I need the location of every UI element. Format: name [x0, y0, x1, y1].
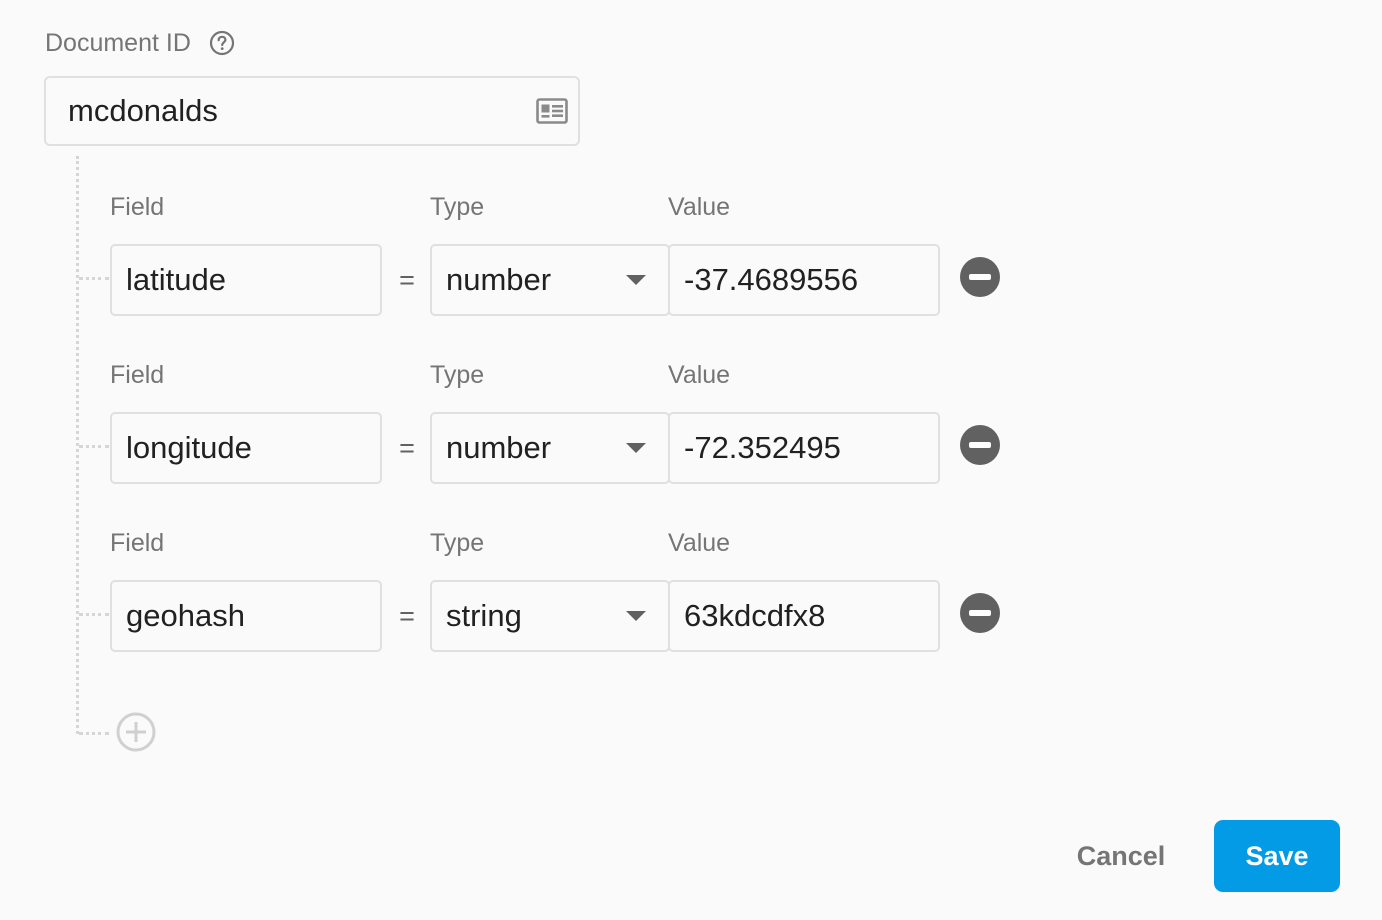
field-column-label: Field: [110, 361, 165, 389]
equals-sign: =: [399, 601, 415, 631]
remove-circle-icon: [969, 442, 991, 448]
add-circle-icon[interactable]: [116, 712, 156, 752]
remove-field-button[interactable]: [960, 257, 1000, 297]
document-id-input[interactable]: mcdonalds: [44, 76, 580, 146]
field-name-input[interactable]: latitude: [110, 244, 382, 316]
type-column-label: Type: [430, 361, 485, 389]
chevron-down-icon: [626, 611, 646, 621]
field-value-text: 63kdcdfx8: [684, 598, 826, 633]
equals-sign: =: [399, 265, 415, 295]
remove-field-button[interactable]: [960, 425, 1000, 465]
type-select[interactable]: string: [430, 580, 670, 652]
field-name-input[interactable]: longitude: [110, 412, 382, 484]
chevron-down-icon: [626, 275, 646, 285]
add-document-dialog: Document ID mcdonalds Field Type Value l…: [0, 0, 1382, 920]
type-select[interactable]: number: [430, 244, 670, 316]
tree-branch: [79, 277, 109, 280]
type-column-label: Type: [430, 193, 485, 221]
tree-branch: [79, 445, 109, 448]
chevron-down-icon: [626, 443, 646, 453]
equals-sign: =: [399, 433, 415, 463]
field-name-value: latitude: [126, 262, 226, 297]
field-value-input[interactable]: 63kdcdfx8: [668, 580, 940, 652]
field-value-text: -37.4689556: [684, 262, 859, 297]
cancel-button[interactable]: Cancel: [1060, 822, 1182, 890]
field-name-value: geohash: [126, 598, 245, 633]
document-id-label-row: Document ID: [45, 28, 235, 58]
type-column-label: Type: [430, 529, 485, 557]
type-select-value: number: [446, 262, 552, 297]
field-column-label: Field: [110, 193, 165, 221]
save-button[interactable]: Save: [1214, 820, 1340, 892]
id-card-icon[interactable]: [536, 98, 568, 124]
document-id-value: mcdonalds: [68, 93, 218, 128]
help-circle-icon[interactable]: [209, 30, 235, 56]
tree-branch: [79, 732, 109, 735]
type-select[interactable]: number: [430, 412, 670, 484]
remove-field-button[interactable]: [960, 593, 1000, 633]
type-select-value: number: [446, 430, 552, 465]
tree-branch: [79, 613, 109, 616]
field-value-input[interactable]: -72.352495: [668, 412, 940, 484]
field-column-label: Field: [110, 529, 165, 557]
value-column-label: Value: [668, 529, 731, 557]
field-value-text: -72.352495: [684, 430, 841, 465]
document-id-label: Document ID: [45, 28, 191, 57]
type-select-value: string: [446, 598, 522, 633]
remove-circle-icon: [969, 274, 991, 280]
field-name-input[interactable]: geohash: [110, 580, 382, 652]
field-value-input[interactable]: -37.4689556: [668, 244, 940, 316]
value-column-label: Value: [668, 361, 731, 389]
value-column-label: Value: [668, 193, 731, 221]
remove-circle-icon: [969, 610, 991, 616]
field-name-value: longitude: [126, 430, 252, 465]
